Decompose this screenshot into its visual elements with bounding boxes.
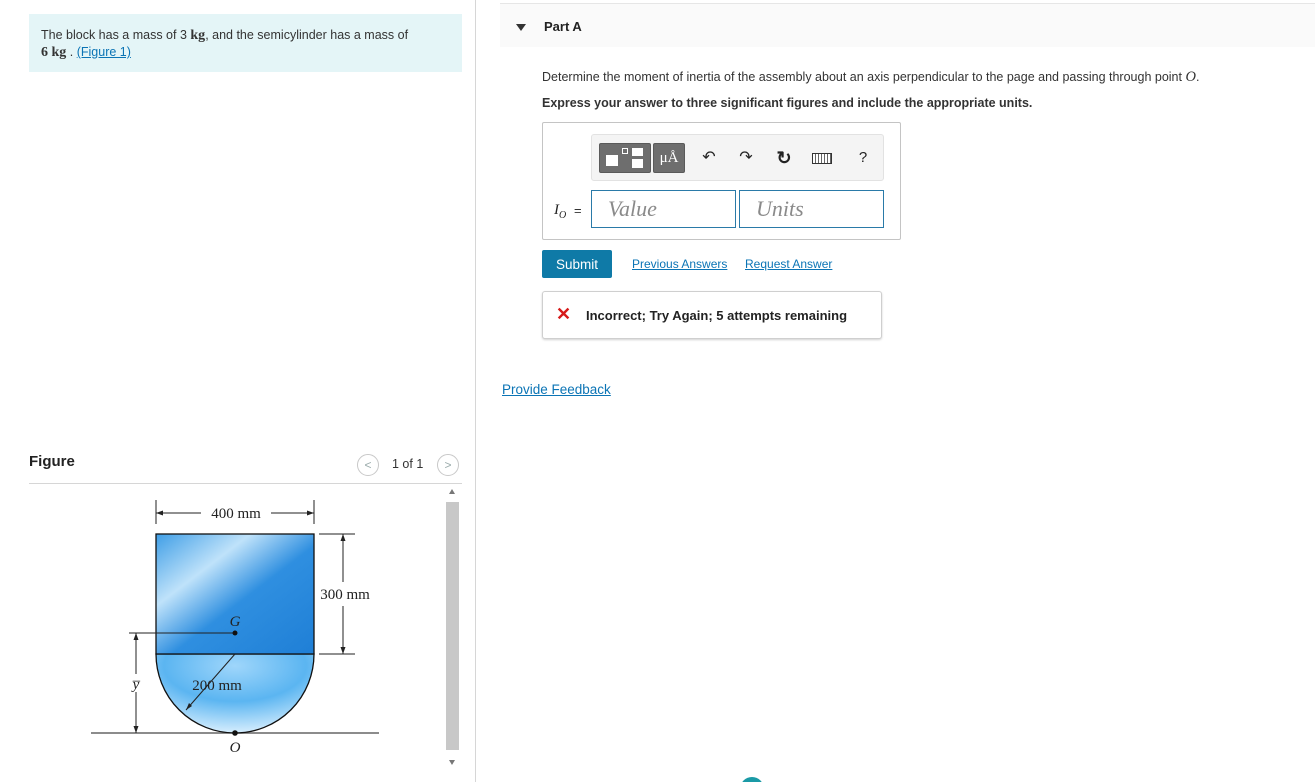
math-toolbar: μÅ ↶ ↷ ↻ ? [591,134,884,181]
scroll-down-arrow-icon[interactable] [449,760,455,765]
previous-answers-link[interactable]: Previous Answers [632,257,727,271]
mass-unit-1: kg [190,28,206,43]
point-o-label: O [230,740,241,756]
submit-button[interactable]: Submit [542,250,612,278]
keyboard-icon[interactable] [811,146,833,170]
radius-label: 200 mm [192,678,242,694]
help-bubble-icon[interactable] [740,777,764,782]
width-label: 400 mm [211,506,261,522]
mass-unit-2: kg [51,45,67,60]
templates-icon[interactable] [599,143,651,173]
scroll-up-arrow-icon[interactable] [449,489,455,494]
redo-icon[interactable]: ↷ [735,146,757,170]
answer-box: μÅ ↶ ↷ ↻ ? IO = [542,122,901,240]
undo-icon[interactable]: ↶ [698,146,720,170]
units-input[interactable] [739,190,884,228]
scroll-thumb[interactable] [446,502,459,750]
part-a-header[interactable]: Part A [500,3,1315,47]
figure-image: 400 mm 300 mm y̅ G 200 mm O [29,486,442,782]
feedback-text: Incorrect; Try Again; 5 attempts remaini… [586,308,848,323]
feedback-message: ✕ Incorrect; Try Again; 5 attempts remai… [542,291,882,339]
incorrect-x-icon: ✕ [556,304,572,324]
figure-title: Figure [29,453,75,470]
problem-dot: . [69,45,74,59]
point-o [232,730,238,736]
figure-header: Figure < 1 of 1 > [29,450,462,484]
help-icon[interactable]: ? [852,146,874,170]
question-point: O [1185,69,1196,85]
problem-statement: The block has a mass of 3 kg, and the se… [29,14,462,72]
mass-value-2: 6 [41,45,48,60]
question-body: Determine the moment of inertia of the a… [542,70,1182,84]
question-text: Determine the moment of inertia of the a… [542,69,1199,86]
figure-pager-text: 1 of 1 [392,457,424,471]
units-icon[interactable]: μÅ [653,143,685,173]
part-title: Part A [544,19,582,34]
block-shape [155,533,315,655]
problem-text-1: The block has a mass of 3 [41,28,187,42]
centroid-label: G [230,614,241,630]
problem-text-2: , and the semicylinder has a mass of [205,28,409,42]
height-label: 300 mm [320,587,370,603]
figure-link[interactable]: (Figure 1) [77,45,131,59]
reset-icon[interactable]: ↻ [773,146,795,170]
answer-variable: IO [554,202,567,221]
collapse-caret-icon[interactable] [516,24,526,31]
left-panel: The block has a mass of 3 kg, and the se… [0,0,476,782]
assembly-diagram: 400 mm 300 mm y̅ G 200 mm O [91,500,379,756]
request-answer-link[interactable]: Request Answer [745,257,832,271]
question-end: . [1195,70,1200,84]
answer-equals: = [574,203,582,218]
ybar-label: y̅ [131,677,141,693]
figure-scrollbar[interactable] [446,488,459,772]
figure-prev-button[interactable]: < [357,454,379,476]
provide-feedback-link[interactable]: Provide Feedback [502,382,611,397]
instruction-text: Express your answer to three significant… [542,96,1033,110]
answer-subscript: O [559,210,567,221]
value-input[interactable] [591,190,736,228]
centroid-point [232,630,238,636]
figure-next-button[interactable]: > [437,454,459,476]
